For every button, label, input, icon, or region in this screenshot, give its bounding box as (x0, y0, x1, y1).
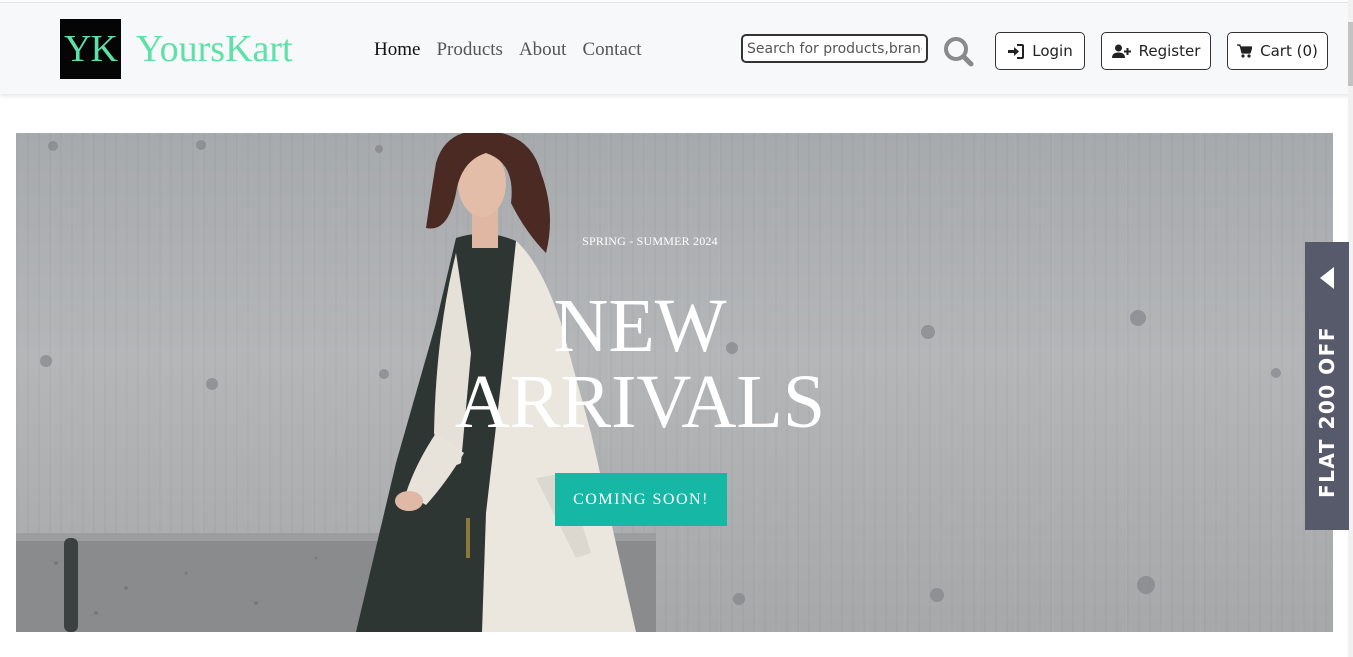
hero-title: NEW ARRIVALS (420, 288, 860, 440)
cart-icon (1237, 44, 1253, 58)
register-label: Register (1138, 42, 1201, 60)
caret-left-icon (1320, 267, 1334, 289)
sign-in-icon (1008, 43, 1025, 59)
nav-link-contact[interactable]: Contact (582, 39, 641, 61)
search-input[interactable] (741, 34, 928, 63)
search-button[interactable] (940, 34, 976, 68)
hero-banner: SPRING - SUMMER 2024 NEW ARRIVALS COMING… (16, 133, 1333, 632)
login-label: Login (1032, 42, 1073, 60)
user-plus-icon (1111, 44, 1131, 58)
hero-title-line-1: NEW (553, 284, 727, 368)
nav-links: Home Products About Contact (374, 39, 642, 61)
nav-link-home[interactable]: Home (374, 39, 420, 61)
nav-link-products[interactable]: Products (436, 39, 503, 61)
hero-tagline: SPRING - SUMMER 2024 (582, 234, 718, 248)
offer-tab-label: FLAT 200 OFF (1315, 326, 1339, 498)
scrollbar-thumb[interactable] (1348, 22, 1353, 86)
search-icon (944, 37, 974, 67)
hero-title-line-2: ARRIVALS (454, 360, 826, 444)
brand-logo-text: YK (64, 28, 118, 70)
coming-soon-button[interactable]: COMING SOON! (555, 473, 727, 526)
offer-side-tab[interactable]: FLAT 200 OFF (1305, 242, 1349, 530)
nav-link-about[interactable]: About (519, 39, 567, 61)
login-button[interactable]: Login (995, 32, 1085, 70)
navbar: YK YoursKart Home Products About Contact… (0, 2, 1353, 94)
cart-button[interactable]: Cart (0) (1227, 32, 1328, 70)
brand-logo[interactable]: YK (60, 19, 121, 79)
register-button[interactable]: Register (1101, 32, 1211, 70)
cart-label: Cart (0) (1260, 42, 1318, 60)
brand-name[interactable]: YoursKart (136, 27, 293, 71)
